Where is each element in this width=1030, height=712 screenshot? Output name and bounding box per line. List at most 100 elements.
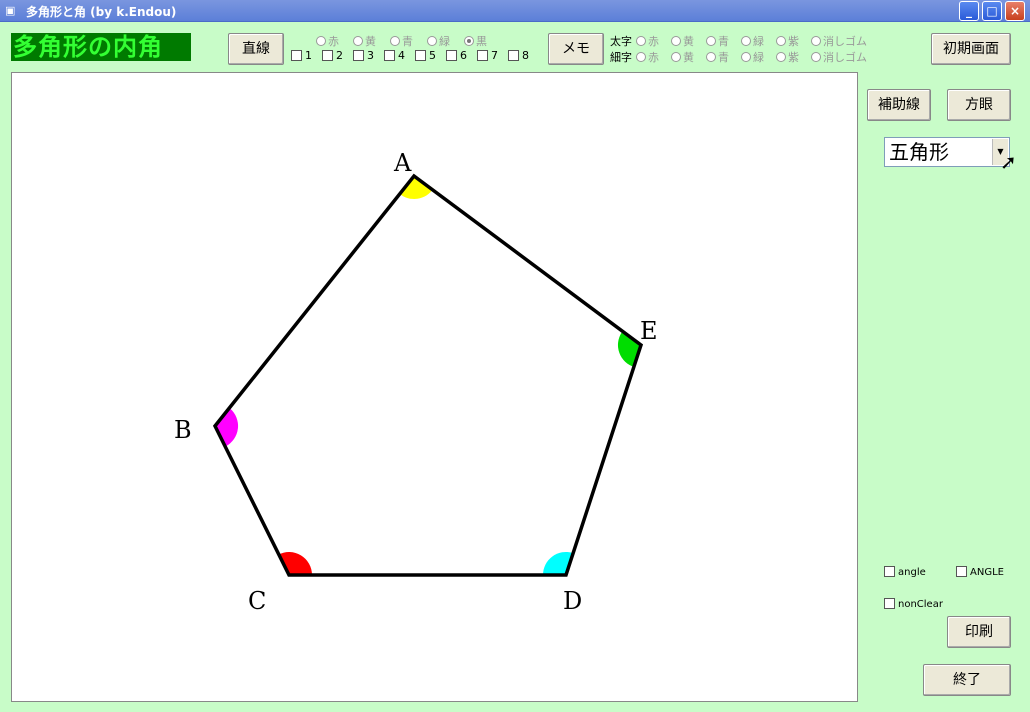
memo-thick-color-radio-2[interactable]: 青	[706, 33, 729, 49]
layer-checkbox-label: 8	[522, 49, 529, 62]
memo-color-label: 消しゴム	[823, 51, 867, 64]
layer-checkbox-6[interactable]: 7	[477, 49, 498, 62]
line-button[interactable]: 直線	[228, 33, 284, 65]
layer-checkbox-label: 3	[367, 49, 374, 62]
radio-circle[interactable]	[706, 36, 716, 46]
checkbox-box[interactable]	[353, 50, 364, 61]
memo-color-label: 消しゴム	[823, 35, 867, 48]
line-color-label: 黄	[365, 35, 376, 48]
radio-circle[interactable]	[636, 52, 646, 62]
minimize-button[interactable]: _	[959, 1, 979, 21]
app-icon[interactable]: ▣	[5, 4, 19, 17]
checkbox-box[interactable]	[384, 50, 395, 61]
close-button[interactable]: ×	[1005, 1, 1025, 21]
radio-circle[interactable]	[671, 36, 681, 46]
line-color-radio-3[interactable]: 緑	[427, 33, 450, 49]
line-color-radio-1[interactable]: 黄	[353, 33, 376, 49]
ANGLE-checkbox[interactable]: ANGLE	[956, 566, 1004, 578]
grid-button[interactable]: 方眼	[947, 89, 1011, 121]
memo-thin-color-radio-2[interactable]: 青	[706, 49, 729, 65]
memo-color-label: 黄	[683, 51, 694, 64]
exit-button[interactable]: 終了	[923, 664, 1011, 696]
memo-color-label: 赤	[648, 51, 659, 64]
memo-thin-color-radio-4[interactable]: 紫	[776, 49, 799, 65]
radio-circle[interactable]	[776, 36, 786, 46]
layer-checkbox-7[interactable]: 8	[508, 49, 529, 62]
memo-thick-color-radio-3[interactable]: 緑	[741, 33, 764, 49]
radio-circle[interactable]	[811, 36, 821, 46]
memo-color-label: 赤	[648, 35, 659, 48]
memo-thin-color-radio-1[interactable]: 黄	[671, 49, 694, 65]
radio-circle[interactable]	[464, 36, 474, 46]
layer-checkbox-1[interactable]: 2	[322, 49, 343, 62]
checkbox-box[interactable]	[508, 50, 519, 61]
checkbox-box[interactable]	[291, 50, 302, 61]
layer-checkbox-3[interactable]: 4	[384, 49, 405, 62]
app-title: 多角形の内角	[11, 33, 191, 61]
layer-checkbox-row: 1 2 3 4 5 6 7 8	[291, 49, 539, 62]
line-color-label: 黒	[476, 35, 487, 48]
radio-circle[interactable]	[741, 36, 751, 46]
layer-checkbox-2[interactable]: 3	[353, 49, 374, 62]
memo-thin-row: 細字 赤 黄 青 緑 紫 消しゴム	[610, 49, 879, 65]
memo-thick-color-radio-5[interactable]: 消しゴム	[811, 33, 867, 49]
checkbox-box[interactable]	[446, 50, 457, 61]
radio-circle[interactable]	[811, 52, 821, 62]
ANGLE-checkbox-label: ANGLE	[970, 567, 1004, 578]
memo-color-label: 紫	[788, 35, 799, 48]
vertex-label-e: E	[640, 317, 658, 345]
print-button[interactable]: 印刷	[947, 616, 1011, 648]
memo-thick-label: 太字	[610, 35, 632, 48]
maximize-button[interactable]: □	[982, 1, 1002, 21]
pentagon-outline	[212, 173, 644, 577]
ANGLE-checkbox-box[interactable]	[956, 566, 967, 577]
shape-select[interactable]: 五角形 ▼	[884, 137, 1010, 167]
checkbox-box[interactable]	[415, 50, 426, 61]
window-title: 多角形と角 (by k.Endou)	[26, 5, 177, 19]
angle-checkbox-label: angle	[898, 567, 926, 578]
mouse-cursor-icon: ➚	[1000, 150, 1017, 174]
shape-select-value: 五角形	[889, 140, 949, 164]
radio-circle[interactable]	[671, 52, 681, 62]
nonclear-checkbox[interactable]: nonClear	[884, 598, 943, 610]
reset-button[interactable]: 初期画面	[931, 33, 1011, 65]
memo-thick-color-radio-4[interactable]: 紫	[776, 33, 799, 49]
memo-thin-label: 細字	[610, 51, 632, 64]
angle-checkbox[interactable]: angle	[884, 566, 926, 578]
layer-checkbox-label: 1	[305, 49, 312, 62]
radio-circle[interactable]	[741, 52, 751, 62]
memo-thick-color-radio-0[interactable]: 赤	[636, 33, 659, 49]
line-color-radio-0[interactable]: 赤	[316, 33, 339, 49]
radio-circle[interactable]	[316, 36, 326, 46]
checkbox-box[interactable]	[477, 50, 488, 61]
aux-line-button[interactable]: 補助線	[867, 89, 931, 121]
radio-circle[interactable]	[353, 36, 363, 46]
radio-circle[interactable]	[390, 36, 400, 46]
vertex-label-d: D	[563, 587, 582, 615]
memo-thin-color-radio-5[interactable]: 消しゴム	[811, 49, 867, 65]
radio-circle[interactable]	[427, 36, 437, 46]
angle-checkbox-box[interactable]	[884, 566, 895, 577]
memo-thick-row: 太字 赤 黄 青 緑 紫 消しゴム	[610, 33, 879, 49]
memo-thick-color-radio-1[interactable]: 黄	[671, 33, 694, 49]
checkbox-box[interactable]	[322, 50, 333, 61]
radio-circle[interactable]	[776, 52, 786, 62]
memo-button[interactable]: メモ	[548, 33, 604, 65]
memo-thin-color-radio-0[interactable]: 赤	[636, 49, 659, 65]
line-color-radio-2[interactable]: 青	[390, 33, 413, 49]
layer-checkbox-0[interactable]: 1	[291, 49, 312, 62]
memo-color-label: 黄	[683, 35, 694, 48]
layer-checkbox-label: 7	[491, 49, 498, 62]
radio-circle[interactable]	[706, 52, 716, 62]
memo-thin-color-radio-3[interactable]: 緑	[741, 49, 764, 65]
title-bar: ▣ 多角形と角 (by k.Endou) _ □ ×	[0, 0, 1030, 22]
vertex-label-a: A	[393, 149, 412, 177]
line-color-radio-4[interactable]: 黒	[464, 33, 487, 49]
radio-circle[interactable]	[636, 36, 646, 46]
nonclear-checkbox-box[interactable]	[884, 598, 895, 609]
layer-checkbox-label: 4	[398, 49, 405, 62]
layer-checkbox-4[interactable]: 5	[415, 49, 436, 62]
layer-checkbox-label: 5	[429, 49, 436, 62]
layer-checkbox-5[interactable]: 6	[446, 49, 467, 62]
drawing-canvas[interactable]: A B C D E	[11, 72, 858, 702]
